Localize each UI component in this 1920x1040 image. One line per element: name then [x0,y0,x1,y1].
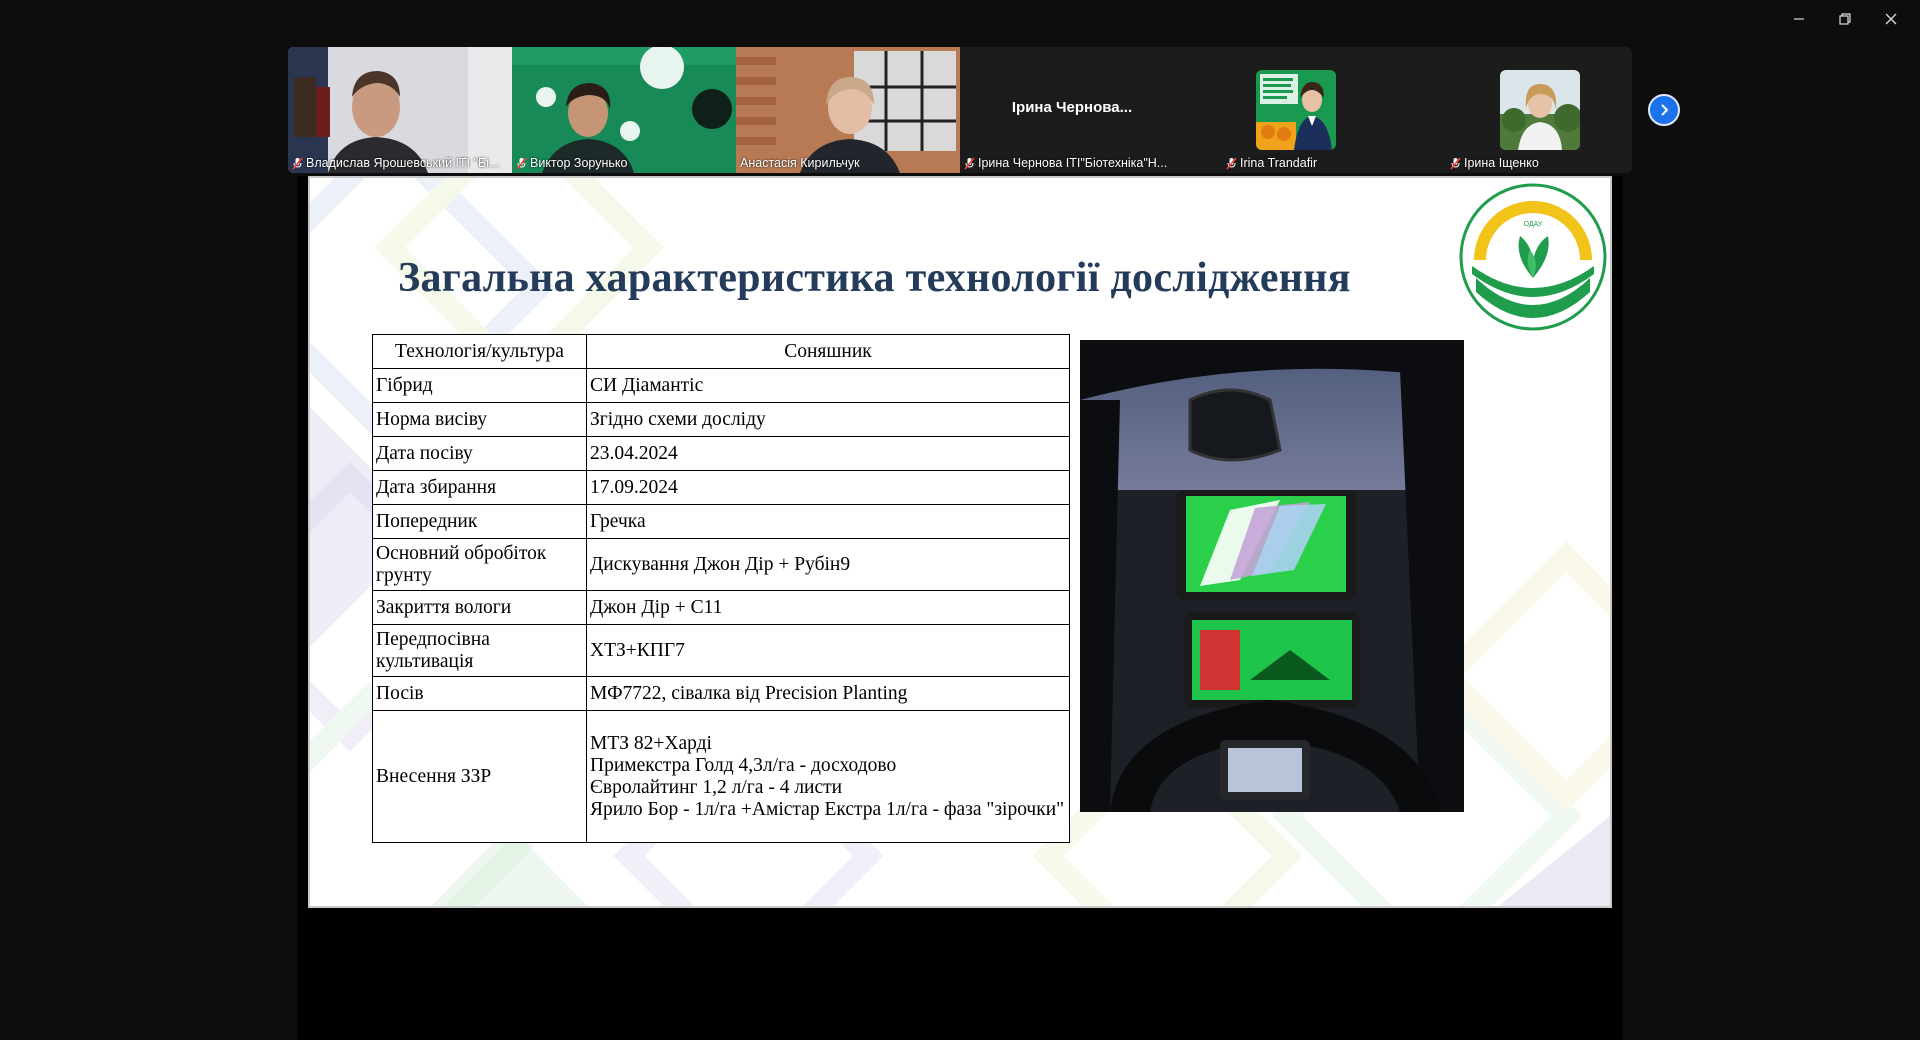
participant-strip: Владислав Ярошевський ІТІ "Бі... Виктор … [288,47,1632,173]
table-cell-value: Згідно схеми досліду [586,402,1070,437]
table-header-row: Технологія/культура Соняшник [372,334,1070,369]
restore-button[interactable] [1824,6,1866,32]
participant-tile[interactable]: Ірина Чернова... Ірина Чернова ІТІ"Біоте… [960,47,1184,173]
close-button[interactable] [1870,6,1912,32]
participant-tile[interactable]: Владислав Ярошевський ІТІ "Бі... [288,47,512,173]
table-cell-value: 17.09.2024 [586,470,1070,505]
close-icon [1885,13,1897,25]
participant-name: Анастасія Кирильчук [740,156,860,170]
table-cell-value: ХТЗ+КПГ7 [586,624,1070,677]
university-logo: ОДАУ [1459,183,1607,331]
table-cell-value: 23.04.2024 [586,436,1070,471]
table-cell-value: СИ Діамантіс [586,368,1070,403]
participant-display-name: Ірина Чернова... [1011,99,1133,116]
participant-video [736,47,960,173]
participant-avatar [1256,70,1336,150]
participant-video [512,47,736,173]
table-cell-value: МТЗ 82+Харді Примекстра Голд 4,3л/га - д… [586,710,1070,843]
table-row: Посів МФ7722, сівалка від Precision Plant… [372,676,1070,711]
table-cell-value: Дискування Джон Дір + Рубін9 [586,538,1070,591]
participant-tile[interactable]: Виктор Зорунько [512,47,736,173]
participant-name: Виктор Зорунько [516,156,732,170]
participant-avatar [1500,70,1580,150]
table-row: Основний обробіток грунту Дискування Джон… [372,538,1070,591]
participant-name: Ірина Чернова ІТІ"Біотехніка"Н... [964,156,1180,170]
table-row: Закриття вологи Джон Дір + С11 [372,590,1070,625]
table-cell-key: Передпосівна культивація [372,624,587,677]
mic-muted-icon [516,156,527,170]
table-header-cell: Соняшник [586,334,1070,369]
mic-muted-icon [1226,156,1237,170]
table-row: Гібрид СИ Діамантіс [372,368,1070,403]
table-cell-key: Гібрид [372,368,587,403]
technology-table: Технологія/культура Соняшник Гібрид СИ Ді… [372,334,1070,843]
table-cell-value: Гречка [586,504,1070,539]
participant-video [288,47,512,173]
participant-name: Владислав Ярошевський ІТІ "Бі... [292,156,508,170]
table-cell-value: Джон Дір + С11 [586,590,1070,625]
table-cell-key: Попередник [372,504,587,539]
minimize-button[interactable] [1778,6,1820,32]
table-row: Попередник Гречка [372,504,1070,539]
participant-tile[interactable]: Ірина Іщенко [1408,47,1632,173]
table-cell-key: Посів [372,676,587,711]
table-row: Дата посіву 23.04.2024 [372,436,1070,471]
table-cell-key: Норма висіву [372,402,587,437]
table-row: Внесення ЗЗР МТЗ 82+Харді Примекстра Голд… [372,710,1070,843]
logo-lettering: ОДАУ [1524,221,1543,228]
minimize-icon [1794,18,1804,20]
window-controls [1778,6,1912,32]
table-cell-key: Внесення ЗЗР [372,710,587,843]
table-cell-value: МФ7722, сівалка від Precision Planting [586,676,1070,711]
mic-muted-icon [964,156,975,170]
table-row: Передпосівна культивація ХТЗ+КПГ7 [372,624,1070,677]
table-row: Дата збирання 17.09.2024 [372,470,1070,505]
table-cell-key: Основний обробіток грунту [372,538,587,591]
chevron-right-icon [1661,104,1669,116]
presentation-slide: Загальна характеристика технології дослі… [308,176,1612,908]
slide-title: Загальна характеристика технології дослі… [398,255,1351,301]
participant-tile[interactable]: Irina Trandafir [1184,47,1408,173]
next-participants-button[interactable] [1648,94,1680,126]
mic-muted-icon [1450,156,1461,170]
participant-name: Ірина Іщенко [1450,156,1628,170]
table-cell-key: Дата посіву [372,436,587,471]
participant-tile-active[interactable]: Анастасія Кирильчук [736,47,960,173]
table-header-cell: Технологія/культура [372,334,587,369]
restore-icon [1839,13,1851,25]
participant-name: Irina Trandafir [1226,156,1404,170]
table-row: Норма висіву Згідно схеми досліду [372,402,1070,437]
table-cell-key: Дата збирання [372,470,587,505]
tractor-cab-photo [1080,340,1464,812]
mic-muted-icon [292,156,303,170]
table-cell-key: Закриття вологи [372,590,587,625]
